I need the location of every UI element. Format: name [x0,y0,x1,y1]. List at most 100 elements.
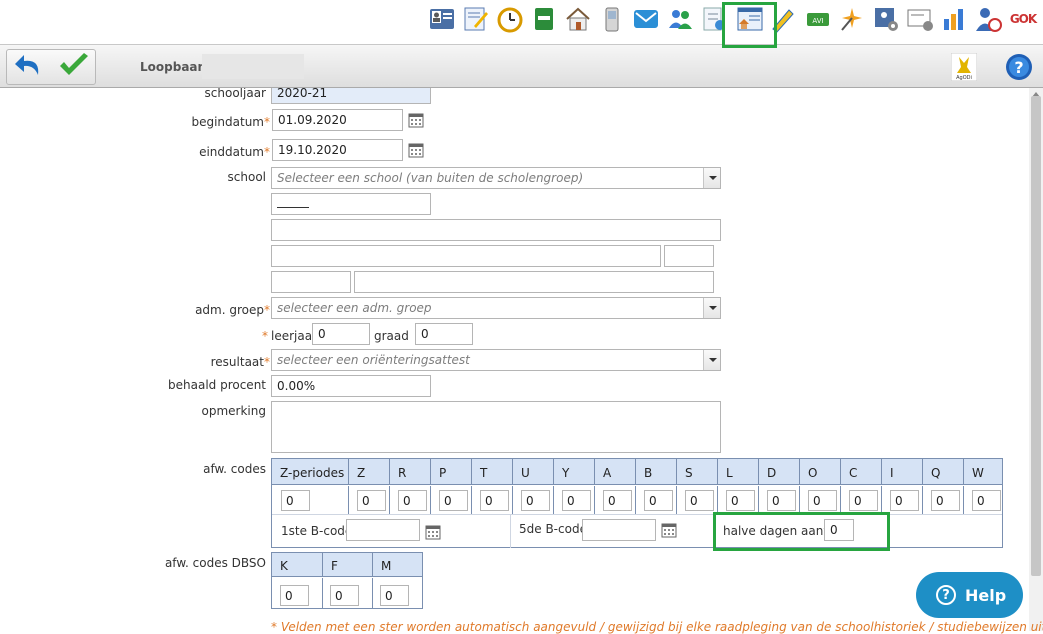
photo-settings-icon[interactable] [871,4,901,34]
chevron-down-icon[interactable] [703,350,720,370]
afw-header-w: W [963,459,1004,485]
adm-groep-label: adm. groep* [195,303,270,317]
dbso-input-m[interactable]: 0 [380,585,409,606]
vijfde-bcode-label: 5de B-code [519,522,587,536]
school-number-field[interactable] [664,245,714,267]
afw-header-u: U [512,459,553,485]
leerjaar-label: leerjaar [271,329,318,343]
graad-field[interactable]: 0 [415,323,473,345]
afw-header-a: A [594,459,635,485]
graad-label: graad [374,329,409,343]
users-icon[interactable] [665,4,695,34]
afw-input-q[interactable]: 0 [931,490,960,511]
opmerking-textarea[interactable] [271,401,721,453]
afw-row-divider [272,514,1002,515]
gok-icon[interactable]: GOK [1005,4,1041,34]
afw-header-l: L [717,459,758,485]
chevron-down-icon[interactable] [703,168,720,188]
afw-header-b: B [635,459,676,485]
email-icon[interactable] [631,4,661,34]
afw-input-p[interactable]: 0 [439,490,468,511]
afw-input-r[interactable]: 0 [398,490,427,511]
school-select[interactable]: Selecteer een school (van buiten de scho… [271,167,721,189]
dbso-input-f[interactable]: 0 [330,585,359,606]
chevron-down-icon[interactable] [703,298,720,318]
checkmark-icon[interactable] [57,51,91,81]
school-code-field[interactable] [271,193,431,215]
svg-text:AVI: AVI [812,17,823,25]
einddatum-field[interactable]: 19.10.2020 [272,139,403,161]
afw-codes-dbso-table: KFM 000 [271,552,423,609]
school-label: school [227,170,266,184]
undo-icon[interactable] [12,51,44,81]
school-postcode-field[interactable] [271,271,351,293]
afw-input-i[interactable]: 0 [890,490,919,511]
afw-input-d[interactable]: 0 [767,490,796,511]
mobile-phone-icon[interactable] [597,4,627,34]
afw-header-p: P [430,459,471,485]
edit-icon[interactable] [461,4,491,34]
afw-input-o[interactable]: 0 [808,490,837,511]
afw-header-s: S [676,459,717,485]
afw-input-z[interactable]: 0 [357,490,386,511]
help-icon[interactable]: ? [1005,53,1033,81]
top-icon-bar: AVI GOK [0,0,1043,42]
scrollbar-thumb[interactable] [1031,96,1041,576]
adm-groep-select[interactable]: selecteer een adm. groep [271,297,721,319]
school-city-field[interactable] [354,271,714,293]
dbso-header-k: K [280,559,288,573]
afw-input-w[interactable]: 0 [972,490,1001,511]
behaald-procent-field[interactable]: 0.00% [271,375,431,397]
dbso-input-k[interactable]: 0 [280,585,309,606]
contact-card-icon[interactable] [427,4,457,34]
begindatum-field[interactable]: 01.09.2020 [272,109,403,131]
agodi-icon[interactable]: AgODi [951,53,977,81]
resultaat-select[interactable]: selecteer een oriënteringsattest [271,349,721,371]
schooljaar-label: schooljaar [204,86,266,100]
afw-header-i: I [881,459,922,485]
sparkle-icon[interactable] [837,4,867,34]
afw-input-b[interactable]: 0 [644,490,673,511]
id-card-icon[interactable] [905,4,935,34]
eerste-bcode-field[interactable] [346,519,420,541]
highlight-box-top [722,2,777,48]
afw-header-d: D [758,459,799,485]
calendar-icon[interactable] [425,524,441,540]
afw-header-c: C [840,459,881,485]
afw-codes-label: afw. codes [203,462,266,476]
afw-input-c[interactable]: 0 [849,490,878,511]
afw-input-z-periodes[interactable]: 0 [281,490,310,511]
school-name-field[interactable] [271,219,721,241]
notebook-icon[interactable] [529,4,559,34]
avi-icon[interactable]: AVI [803,4,833,34]
leerjaar-field[interactable]: 0 [312,323,370,345]
afw-input-l[interactable]: 0 [726,490,755,511]
svg-text:AgODi: AgODi [956,75,972,81]
help-button[interactable]: ? Help [916,572,1023,618]
afw-header-z: Z [348,459,389,485]
dbso-header-m: M [372,553,422,577]
behaald-procent-label: behaald procent [168,378,266,392]
afw-header-t: T [471,459,512,485]
calendar-icon[interactable] [661,522,677,538]
student-name-redacted [202,54,304,79]
home-icon[interactable] [563,4,593,34]
dbso-header-f: F [322,553,372,577]
afw-codes-header-row: Z-periodes Z R P T U Y A B S L D O C I Q W [272,459,1002,485]
clock-icon[interactable] [495,4,525,34]
dbso-header-row: K FM [272,553,422,577]
chart-people-icon[interactable] [939,4,969,34]
afw-header-r: R [389,459,430,485]
afw-input-t[interactable]: 0 [480,490,509,511]
vijfde-bcode-field[interactable] [582,519,656,541]
user-clock-icon[interactable] [973,4,1003,34]
school-street-field[interactable] [271,245,661,267]
calendar-icon[interactable] [408,112,424,128]
afw-input-a[interactable]: 0 [603,490,632,511]
afw-input-s[interactable]: 0 [685,490,714,511]
calendar-icon[interactable] [408,142,424,158]
opmerking-label: opmerking [201,404,266,418]
afw-input-u[interactable]: 0 [521,490,550,511]
resultaat-label: resultaat* [210,355,270,369]
afw-input-y[interactable]: 0 [562,490,591,511]
